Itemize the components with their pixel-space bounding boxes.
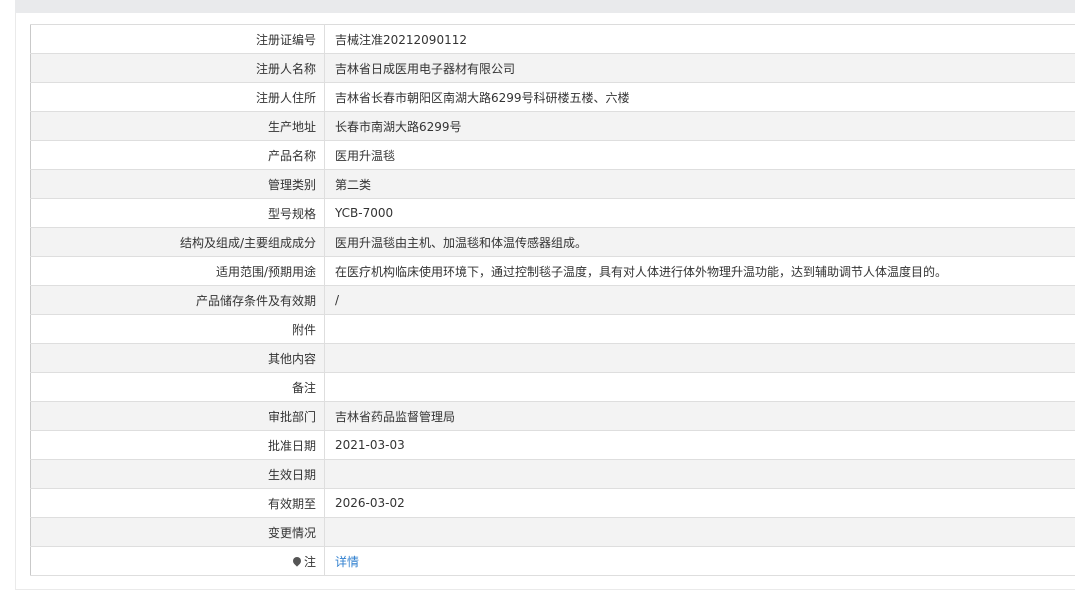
table-row: 其他内容 (30, 343, 1075, 373)
row-value: 第二类 (324, 169, 1075, 199)
row-value: 长春市南湖大路6299号 (324, 111, 1075, 141)
row-label: 注册人名称 (30, 53, 325, 83)
table-row-note: 注 详情 (30, 546, 1075, 576)
row-label: 变更情况 (30, 517, 325, 547)
row-label: 结构及组成/主要组成成分 (30, 227, 325, 257)
row-value (324, 314, 1075, 344)
row-value (324, 517, 1075, 547)
registration-detail-table: 注册证编号 吉械注准20212090112 注册人名称 吉林省日成医用电子器材有限公司… (30, 24, 1075, 576)
row-value (324, 343, 1075, 373)
row-label: 批准日期 (30, 430, 325, 460)
table-row: 型号规格 YCB-7000 (30, 198, 1075, 228)
row-value: 详情 (324, 546, 1075, 576)
table-row: 变更情况 (30, 517, 1075, 547)
row-label: 注册证编号 (30, 24, 325, 54)
row-value: 在医疗机构临床使用环境下，通过控制毯子温度，具有对人体进行体外物理升温功能，达到… (324, 256, 1075, 286)
table-row: 结构及组成/主要组成成分 医用升温毯由主机、加温毯和体温传感器组成。 (30, 227, 1075, 257)
row-value: 医用升温毯由主机、加温毯和体温传感器组成。 (324, 227, 1075, 257)
top-tab-bar (15, 0, 1075, 14)
row-label: 注 (30, 546, 325, 576)
row-value (324, 372, 1075, 402)
row-value: 2026-03-02 (324, 488, 1075, 518)
row-label: 有效期至 (30, 488, 325, 518)
table-row: 管理类别 第二类 (30, 169, 1075, 199)
row-label: 注册人住所 (30, 82, 325, 112)
row-label: 审批部门 (30, 401, 325, 431)
row-label: 其他内容 (30, 343, 325, 373)
table-row: 生效日期 (30, 459, 1075, 489)
table-row: 批准日期 2021-03-03 (30, 430, 1075, 460)
row-value: 吉林省药品监督管理局 (324, 401, 1075, 431)
table-row: 附件 (30, 314, 1075, 344)
table-row: 审批部门 吉林省药品监督管理局 (30, 401, 1075, 431)
row-value: 吉械注准20212090112 (324, 24, 1075, 54)
row-label: 适用范围/预期用途 (30, 256, 325, 286)
table-row: 产品储存条件及有效期 / (30, 285, 1075, 315)
row-label: 生产地址 (30, 111, 325, 141)
table-row: 注册证编号 吉械注准20212090112 (30, 24, 1075, 54)
row-value (324, 459, 1075, 489)
table-row: 生产地址 长春市南湖大路6299号 (30, 111, 1075, 141)
row-label: 型号规格 (30, 198, 325, 228)
pin-icon (291, 554, 303, 567)
table-row: 产品名称 医用升温毯 (30, 140, 1075, 170)
row-label: 附件 (30, 314, 325, 344)
row-value: / (324, 285, 1075, 315)
row-label: 产品储存条件及有效期 (30, 285, 325, 315)
table-row: 适用范围/预期用途 在医疗机构临床使用环境下，通过控制毯子温度，具有对人体进行体外… (30, 256, 1075, 286)
row-value: 吉林省日成医用电子器材有限公司 (324, 53, 1075, 83)
table-row: 备注 (30, 372, 1075, 402)
row-label: 管理类别 (30, 169, 325, 199)
table-row: 注册人名称 吉林省日成医用电子器材有限公司 (30, 53, 1075, 83)
row-value: 医用升温毯 (324, 140, 1075, 170)
row-label: 备注 (30, 372, 325, 402)
row-value: 吉林省长春市朝阳区南湖大路6299号科研楼五楼、六楼 (324, 82, 1075, 112)
row-value: 2021-03-03 (324, 430, 1075, 460)
row-value: YCB-7000 (324, 198, 1075, 228)
row-label: 生效日期 (30, 459, 325, 489)
table-row: 有效期至 2026-03-02 (30, 488, 1075, 518)
note-label: 注 (303, 554, 316, 569)
table-row: 注册人住所 吉林省长春市朝阳区南湖大路6299号科研楼五楼、六楼 (30, 82, 1075, 112)
row-label: 产品名称 (30, 140, 325, 170)
details-link[interactable]: 详情 (335, 555, 359, 569)
